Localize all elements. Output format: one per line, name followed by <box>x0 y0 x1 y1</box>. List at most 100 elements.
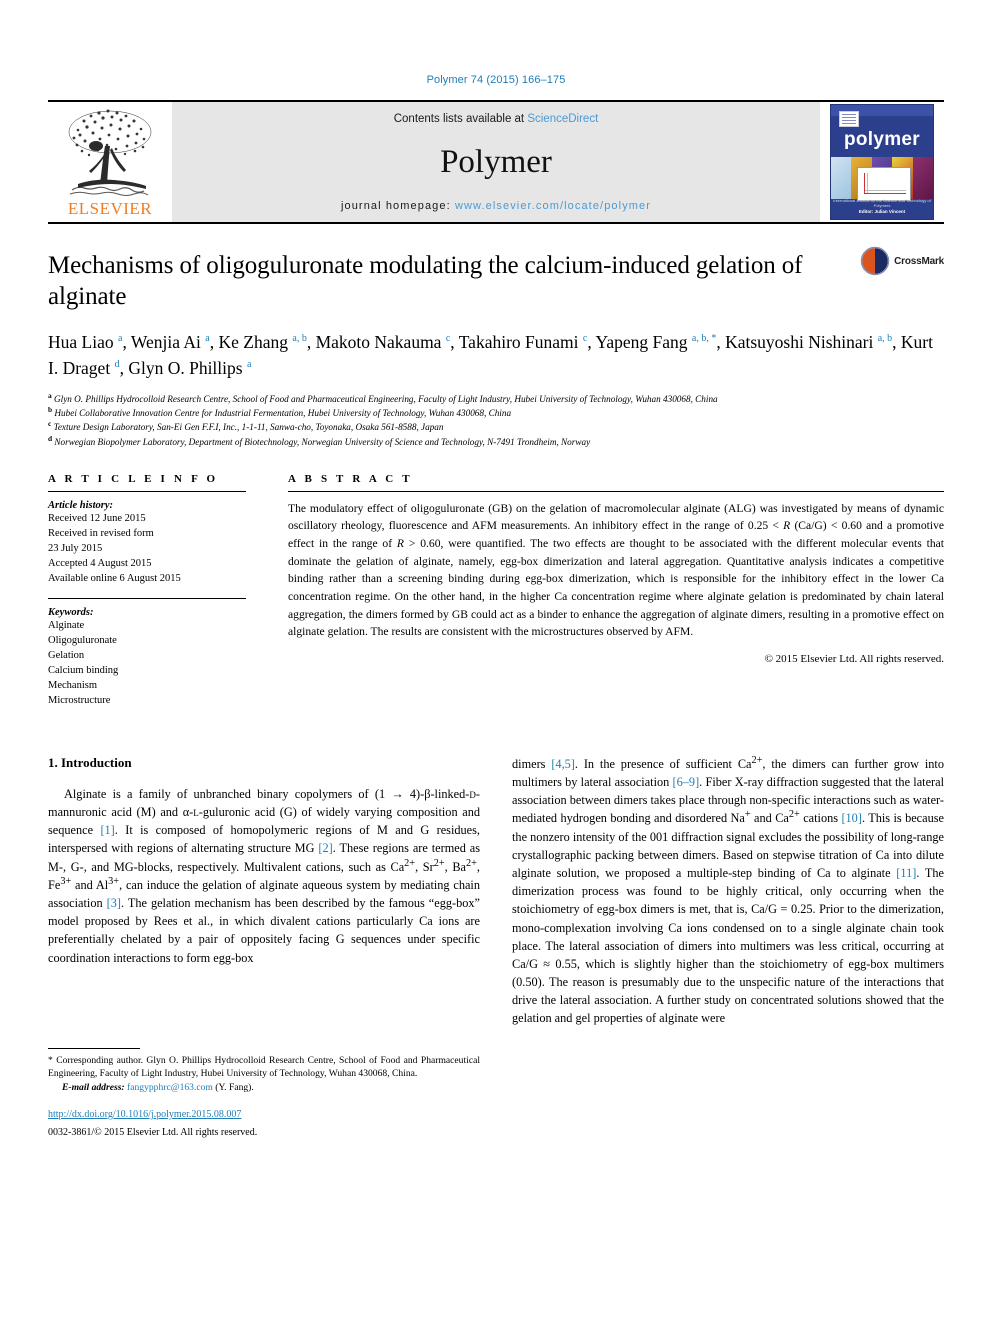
author-name: Yapeng Fang <box>595 332 692 352</box>
cover-inset-chart <box>857 167 911 201</box>
doi-link[interactable]: http://dx.doi.org/10.1016/j.polymer.2015… <box>48 1108 480 1122</box>
affiliation-mark: b <box>48 404 53 414</box>
article-history-label: Article history: <box>48 499 114 511</box>
footnote-area: * Corresponding author. Glyn O. Phillips… <box>48 1047 480 1140</box>
cover-footer: International Journal for the Science an… <box>831 198 933 214</box>
author-affiliation-marks: d <box>114 359 120 371</box>
keywords-label: Keywords: <box>48 607 94 619</box>
affiliation-mark: d <box>48 433 53 443</box>
abstract-rule <box>288 490 944 492</box>
author-affiliation-marks: a <box>117 333 123 345</box>
contents-available-line: Contents lists available at ScienceDirec… <box>394 113 599 125</box>
article-info-rule <box>48 490 246 492</box>
homepage-prefix: journal homepage: <box>340 200 455 212</box>
title-block: CrossMark Mechanisms of oligoguluronate … <box>48 246 944 449</box>
keywords-rule <box>48 598 246 600</box>
journal-cover-thumbnail: polymer International Journal for the Sc… <box>830 104 934 220</box>
author-entry: Hua Liao a, <box>48 332 131 352</box>
keyword-item: Alginate <box>48 620 85 632</box>
journal-center-panel: Contents lists available at ScienceDirec… <box>172 102 820 222</box>
elsevier-tree-icon <box>68 109 152 196</box>
elsevier-wordmark: ELSEVIER <box>67 199 153 218</box>
journal-cover-block: polymer International Journal for the Sc… <box>820 102 944 222</box>
affiliation-item: d Norwegian Biopolymer Laboratory, Depar… <box>48 433 591 447</box>
paper-page: Polymer 74 (2015) 166–175 ELSEVIER Conte… <box>0 0 992 1323</box>
author-entry: Glyn O. Phillips a <box>128 358 251 378</box>
running-head: Polymer 74 (2015) 166–175 <box>426 74 566 86</box>
affiliation-mark: c <box>48 419 52 429</box>
cover-footer-small: International Journal for the Science an… <box>833 198 931 208</box>
affiliation-item: b Hubei Collaborative Innovation Centre … <box>48 404 512 418</box>
cover-elsevier-mini-logo <box>839 111 859 127</box>
author-entry: Wenjia Ai a, <box>130 332 219 352</box>
author-name: Hua Liao <box>48 332 118 352</box>
abstract-heading: A B S T R A C T <box>288 472 413 485</box>
cover-title-text: polymer <box>843 129 920 150</box>
keyword-item: Calcium binding <box>48 665 119 677</box>
email-note: E-mail address: fangypphrc@163.com (Y. F… <box>48 1081 480 1095</box>
author-name: Wenjia Ai <box>130 332 206 352</box>
author-entry: Katsuyoshi Nishinari a, b, <box>725 332 901 352</box>
info-abstract-region: A R T I C L E I N F O Article history: R… <box>48 473 944 709</box>
section-title-introduction: 1. Introduction <box>48 754 132 770</box>
page-title: Mechanisms of oligoguluronate modulating… <box>48 252 803 310</box>
article-history-item: 23 July 2015 <box>48 542 103 554</box>
body-column-right: dimers [4,5]. In the presence of suffici… <box>512 755 944 1028</box>
journal-homepage-line: journal homepage: www.elsevier.com/locat… <box>341 200 651 212</box>
keyword-item: Oligoguluronate <box>48 635 117 647</box>
cover-tile-1 <box>831 157 852 199</box>
sciencedirect-link[interactable]: ScienceDirect <box>527 113 598 125</box>
abstract-text: The modulatory effect of oligoguluronate… <box>288 501 945 639</box>
cover-tile-5 <box>912 157 933 199</box>
email-suffix: (Y. Fang). <box>215 1081 254 1093</box>
author-name: Glyn O. Phillips <box>128 358 247 379</box>
author-affiliation-marks: c <box>445 333 451 345</box>
author-entry: Ke Zhang a, b, <box>218 332 316 352</box>
intro-paragraph-right: dimers [4,5]. In the presence of suffici… <box>512 754 945 1026</box>
affiliation-list: a Glyn O. Phillips Hydrocolloid Research… <box>48 390 944 449</box>
author-affiliation-marks: a, b, * <box>691 333 717 345</box>
crossmark-label: CrossMark <box>894 255 944 267</box>
issn-copyright: 0032-3861/© 2015 Elsevier Ltd. All right… <box>48 1126 258 1138</box>
author-affiliation-marks: a <box>246 359 252 371</box>
author-entry: Makoto Nakauma c, <box>315 332 459 352</box>
keyword-item: Mechanism <box>48 680 97 692</box>
intro-paragraph-left: Alginate is a family of unbranched binar… <box>48 786 481 965</box>
author-affiliation-marks: a, b <box>292 333 307 345</box>
keyword-item: Microstructure <box>48 694 111 706</box>
copyright-line: © 2015 Elsevier Ltd. All rights reserved… <box>764 652 944 665</box>
email-label: E-mail address: <box>62 1081 125 1093</box>
affiliation-item: c Texture Design Laboratory, San-Ei Gen … <box>48 419 444 433</box>
corresponding-author-note: * Corresponding author. Glyn O. Phillips… <box>48 1054 480 1080</box>
article-history-item: Available online 6 August 2015 <box>48 572 181 584</box>
author-list: Hua Liao a, Wenjia Ai a, Ke Zhang a, b, … <box>48 329 944 382</box>
homepage-url-link[interactable]: www.elsevier.com/locate/polymer <box>455 200 651 212</box>
article-history-item: Received in revised form <box>48 527 154 539</box>
body-columns: 1. Introduction Alginate is a family of … <box>48 754 944 1138</box>
body-column-left: 1. Introduction Alginate is a family of … <box>48 754 481 1138</box>
keyword-list: Alginate Oligoguluronate Gelation Calcium b… <box>48 619 246 708</box>
journal-title: Polymer <box>440 144 552 180</box>
article-info-column: A R T I C L E I N F O Article history: R… <box>48 473 246 709</box>
author-entry: Takahiro Funami c, <box>458 332 596 352</box>
contents-prefix: Contents lists available at <box>393 113 528 125</box>
affiliation-item: a Glyn O. Phillips Hydrocolloid Research… <box>48 390 718 404</box>
abstract-column: A B S T R A C T The modulatory effect of… <box>288 473 944 709</box>
journal-masthead: ELSEVIER Contents lists available at Sci… <box>48 100 944 224</box>
author-entry: Yapeng Fang a, b, *, <box>595 332 726 352</box>
email-link[interactable]: fangypphrc@163.com <box>127 1082 213 1093</box>
cover-footer-editor: Editor: Julian Vincent <box>858 209 906 214</box>
elsevier-logo-block: ELSEVIER <box>48 102 172 222</box>
doi-block: http://dx.doi.org/10.1016/j.polymer.2015… <box>48 1108 480 1140</box>
crossmark-badge[interactable]: CrossMark <box>860 246 944 276</box>
footnote-rule <box>48 1047 140 1049</box>
author-affiliation-marks: a <box>205 333 210 345</box>
crossmark-icon <box>860 246 890 276</box>
author-affiliation-marks: c <box>582 333 588 345</box>
article-info-heading: A R T I C L E I N F O <box>48 472 219 485</box>
affiliation-mark: a <box>48 390 52 400</box>
author-name: Ke Zhang <box>218 332 293 352</box>
author-name: Katsuyoshi Nishinari <box>725 332 878 352</box>
author-name: Takahiro Funami <box>458 332 583 352</box>
author-affiliation-marks: a, b <box>877 333 893 345</box>
